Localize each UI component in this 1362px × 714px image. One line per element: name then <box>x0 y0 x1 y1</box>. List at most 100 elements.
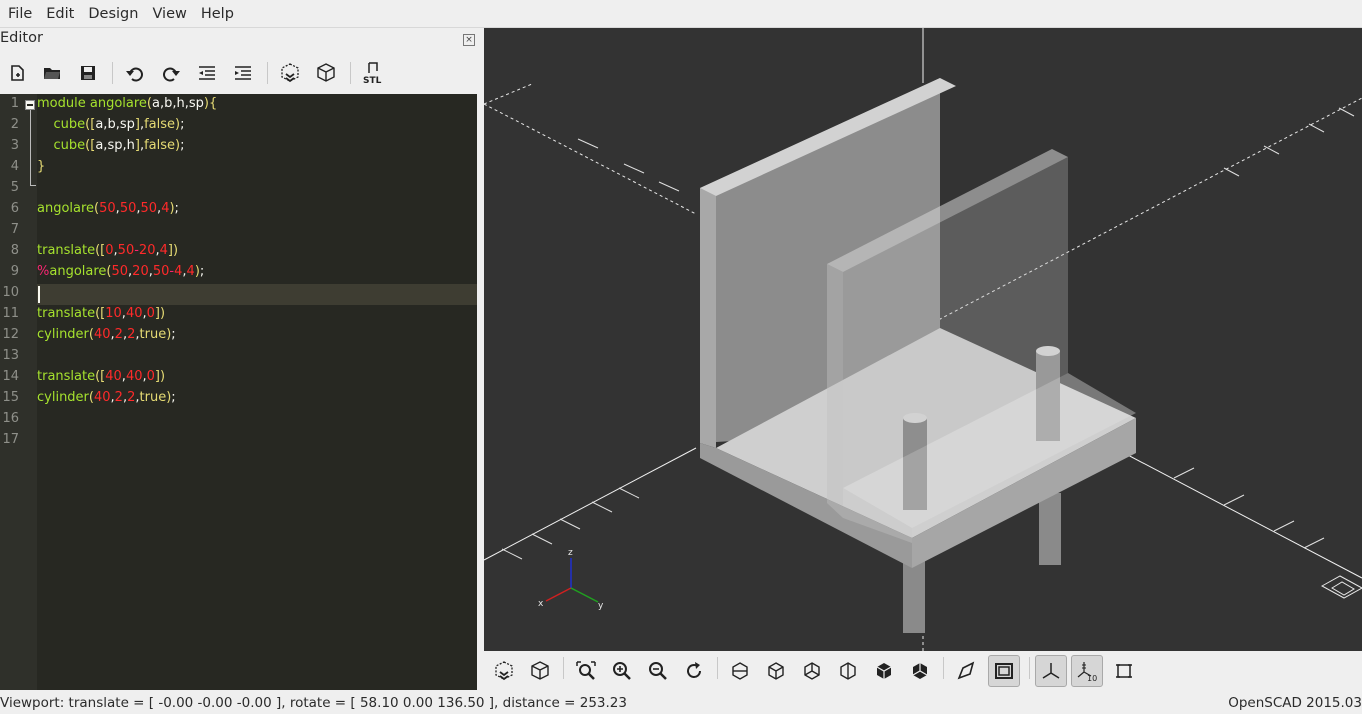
preview-button[interactable] <box>488 655 520 687</box>
render-button[interactable] <box>312 59 340 87</box>
code-line[interactable]: cube([a,b,sp],false); <box>37 117 185 132</box>
cylinder-front-lower <box>903 558 925 633</box>
code-line[interactable]: } <box>37 159 45 174</box>
export-stl-button[interactable]: STL <box>359 59 387 87</box>
code-line[interactable]: cylinder(40,2,2,true); <box>37 327 176 342</box>
viewport-status: Viewport: translate = [ -0.00 -0.00 -0.0… <box>0 695 627 711</box>
menu-file-label: File <box>8 5 33 22</box>
z-axis-label: z <box>568 548 573 558</box>
code-line[interactable]: %angolare(50,20,50-4,4); <box>37 264 204 279</box>
preview-icon <box>495 661 513 681</box>
3d-viewport[interactable]: z x y <box>484 28 1362 651</box>
export-stl-icon: STL <box>363 62 382 85</box>
editor-title: Editor <box>0 30 43 46</box>
view-toolbar: 10 <box>484 651 1362 691</box>
axis-gizmo: z x y <box>538 548 604 611</box>
menu-help-label: Help <box>200 5 234 22</box>
orthogonal-icon <box>995 663 1013 679</box>
menu-design[interactable]: Design <box>82 0 144 28</box>
line-number: 10 <box>2 285 19 300</box>
toolbar-separator <box>350 62 351 84</box>
menu-file[interactable]: File <box>2 0 38 28</box>
new-file-button[interactable] <box>3 59 31 87</box>
show-axes-button[interactable] <box>1035 655 1067 687</box>
show-scale-markers-icon: 10 <box>1077 662 1097 682</box>
line-number: 6 <box>10 201 19 216</box>
status-bar: Viewport: translate = [ -0.00 -0.00 -0.0… <box>0 692 1362 714</box>
indent-button[interactable] <box>229 59 257 87</box>
redo-icon <box>163 67 180 82</box>
x-axis <box>545 587 572 602</box>
toolbar-separator <box>943 657 944 679</box>
toolbar-separator <box>1029 657 1030 679</box>
fold-guide <box>30 110 31 186</box>
view-back-button[interactable] <box>904 655 936 687</box>
menu-view[interactable]: View <box>146 0 192 28</box>
menu-edit[interactable]: Edit <box>40 0 80 28</box>
x-axis-label: x <box>538 599 544 609</box>
zoom-out-button[interactable] <box>642 655 674 687</box>
toolbar-separator <box>563 657 564 679</box>
viewport-canvas <box>484 28 1362 651</box>
svg-text:STL: STL <box>363 76 382 85</box>
code-line[interactable]: cube([a,sp,h],false); <box>37 138 185 153</box>
view-front-button[interactable] <box>868 655 900 687</box>
view-all-button[interactable] <box>570 655 602 687</box>
line-number: 8 <box>10 243 19 258</box>
undo-button[interactable] <box>121 59 149 87</box>
svg-text:10: 10 <box>1087 674 1097 682</box>
unindent-button[interactable] <box>193 59 221 87</box>
text-caret <box>38 286 40 303</box>
view-all-icon <box>576 661 596 680</box>
perspective-button[interactable] <box>950 655 982 687</box>
fold-guide-end <box>30 185 36 186</box>
reset-view-button[interactable] <box>678 655 710 687</box>
openscad-window: File Edit Design View Help Editor × STL … <box>0 0 1362 714</box>
toolbar-separator <box>717 657 718 679</box>
redo-button[interactable] <box>157 59 185 87</box>
line-number: 1 <box>10 96 19 111</box>
line-number: 12 <box>2 327 19 342</box>
show-edges-icon <box>1116 664 1132 678</box>
view-top-button[interactable] <box>760 655 792 687</box>
line-number: 17 <box>2 432 19 447</box>
zoom-in-button[interactable] <box>606 655 638 687</box>
line-number: 11 <box>2 306 19 321</box>
line-number: 13 <box>2 348 19 363</box>
code-line[interactable]: angolare(50,50,50,4); <box>37 201 179 216</box>
line-number: 4 <box>10 159 19 174</box>
preview-button[interactable] <box>276 59 304 87</box>
view-right-button[interactable] <box>724 655 756 687</box>
open-file-button[interactable] <box>38 59 66 87</box>
fold-toggle-icon[interactable] <box>25 100 35 110</box>
save-button[interactable] <box>74 59 102 87</box>
save-icon <box>81 66 95 80</box>
view-front-icon <box>876 663 892 679</box>
show-edges-button[interactable] <box>1108 655 1140 687</box>
view-left-button[interactable] <box>832 655 864 687</box>
zoom-out-icon <box>649 662 667 680</box>
view-bottom-button[interactable] <box>796 655 828 687</box>
line-number: 9 <box>10 264 19 279</box>
code-line[interactable]: translate([0,50-20,4]) <box>37 243 178 258</box>
render-button[interactable] <box>524 655 556 687</box>
view-left-icon <box>840 662 856 680</box>
code-line[interactable]: translate([40,40,0]) <box>37 369 165 384</box>
orthogonal-button[interactable] <box>988 655 1020 687</box>
current-line-highlight <box>37 284 477 305</box>
code-line[interactable]: module angolare(a,b,h,sp){ <box>37 96 217 111</box>
code-line[interactable]: cylinder(40,2,2,true); <box>37 390 176 405</box>
editor-close-button[interactable]: × <box>463 34 475 46</box>
show-axes-icon <box>1042 663 1060 679</box>
code-editor[interactable]: 1 2 3 4 5 6 7 8 9 10 11 12 13 14 15 16 17 module angolar… <box>0 94 477 690</box>
cylinder-back-lower <box>1039 493 1061 565</box>
show-scale-markers-button[interactable]: 10 <box>1071 655 1103 687</box>
version-label: OpenSCAD 2015.03 <box>1228 695 1362 711</box>
indent-icon <box>235 66 251 80</box>
code-line[interactable]: translate([10,40,0]) <box>37 306 165 321</box>
menu-help[interactable]: Help <box>195 0 240 28</box>
editor-panel: Editor × STL 1 2 3 4 5 6 7 8 9 10 11 12 … <box>0 28 478 692</box>
line-number: 5 <box>10 180 19 195</box>
render-icon <box>531 661 549 680</box>
toolbar-separator <box>112 62 113 84</box>
